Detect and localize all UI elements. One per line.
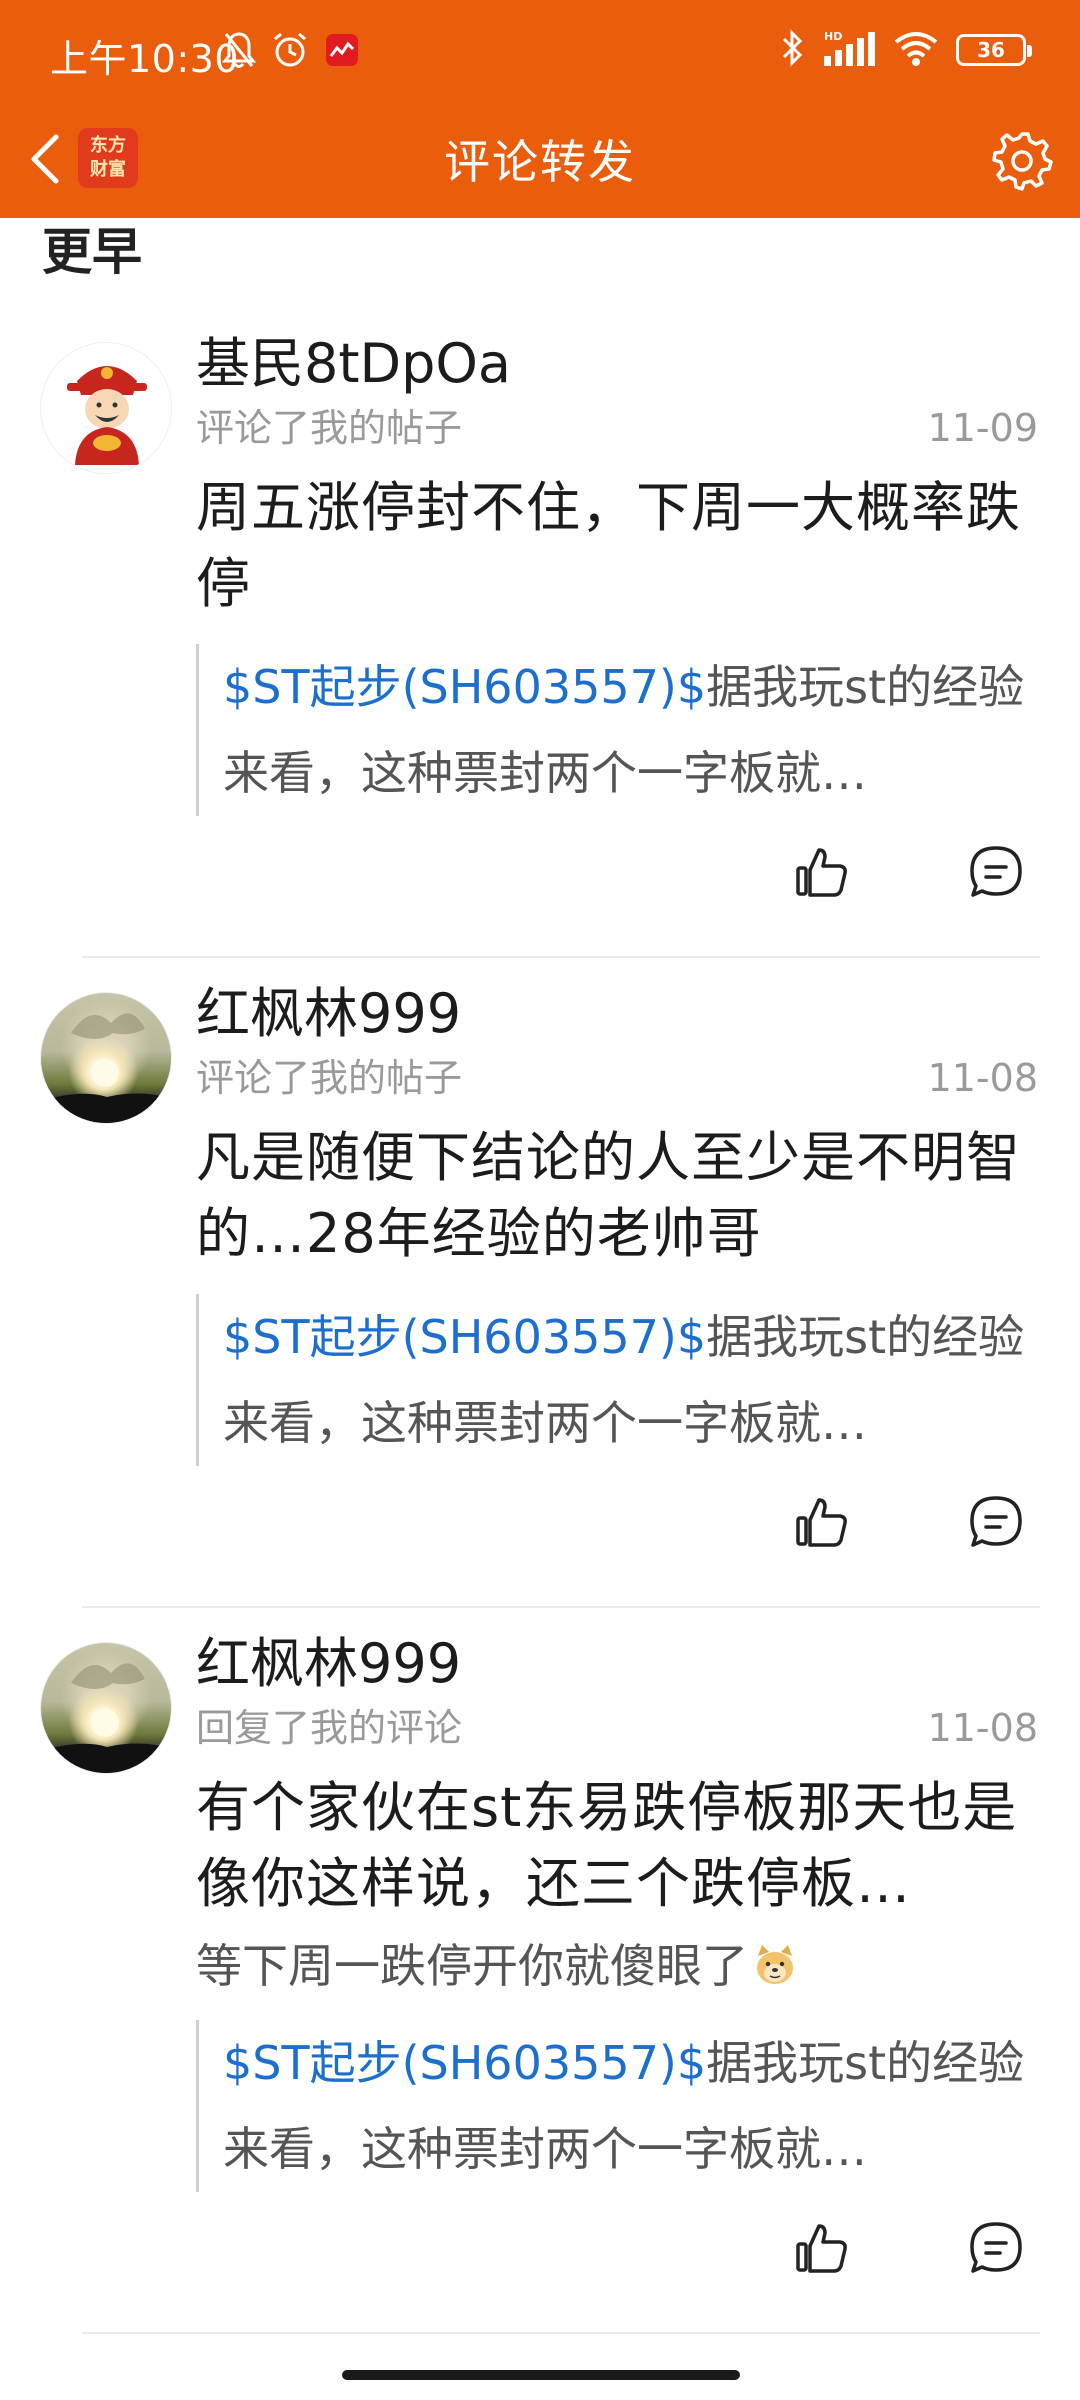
username[interactable]: 红枫林999 bbox=[196, 1628, 1038, 1700]
caishen-avatar-icon bbox=[41, 343, 171, 473]
signal-icon: HD bbox=[822, 28, 876, 72]
date-label: 11-08 bbox=[927, 1056, 1038, 1100]
wifi-icon bbox=[892, 28, 940, 72]
stock-link[interactable]: $ST起步(SH603557)$ bbox=[223, 660, 706, 714]
quoted-post[interactable]: $ST起步(SH603557)$据我玩st的经验来看，这种票封两个一字板就… bbox=[196, 644, 1038, 816]
thumbs-up-icon bbox=[796, 2224, 847, 2273]
app-notification-icon bbox=[324, 32, 360, 72]
status-bar: 上午10:30 HD 36 bbox=[0, 0, 1080, 100]
username[interactable]: 红枫林999 bbox=[196, 978, 1038, 1050]
reply-text-content: 等下周一跌停开你就傻眼了 bbox=[196, 1939, 748, 1993]
action-label: 评论了我的帖子 bbox=[196, 1056, 463, 1100]
feed-item-body: 红枫林999 回复了我的评论 11-08 有个家伙在st东易跌停板那天也是像你这… bbox=[196, 1628, 1038, 2332]
comment-bubble-icon bbox=[970, 2222, 1022, 2273]
avatar[interactable] bbox=[40, 342, 172, 474]
sunset-tree-avatar-icon bbox=[41, 1013, 171, 1123]
username[interactable]: 基民8tDpOa bbox=[196, 328, 1038, 400]
comment-text[interactable]: 周五涨停封不住，下周一大概率跌停 bbox=[196, 470, 1038, 622]
feed-item-body: 基民8tDpOa 评论了我的帖子 11-09 周五涨停封不住，下周一大概率跌停 … bbox=[196, 328, 1038, 956]
status-left-icons bbox=[221, 30, 360, 74]
home-indicator[interactable] bbox=[342, 2370, 740, 2380]
feed-item[interactable]: 基民8tDpOa 评论了我的帖子 11-09 周五涨停封不住，下周一大概率跌停 … bbox=[0, 328, 1080, 958]
action-label: 评论了我的帖子 bbox=[196, 406, 463, 450]
divider bbox=[82, 2332, 1040, 2334]
divider bbox=[82, 1606, 1040, 1608]
action-row bbox=[196, 1466, 1038, 1606]
status-time: 上午10:30 bbox=[50, 37, 240, 81]
meta-row: 评论了我的帖子 11-09 bbox=[196, 400, 1038, 456]
comment-bubble-icon bbox=[970, 846, 1022, 897]
alarm-clock-icon bbox=[270, 30, 310, 74]
action-row bbox=[196, 816, 1038, 956]
date-label: 11-09 bbox=[927, 406, 1038, 450]
top-bar: 上午10:30 HD 36 东方 财富 评论转发 bbox=[0, 0, 1080, 218]
battery-level: 36 bbox=[977, 38, 1005, 62]
like-button[interactable] bbox=[792, 2218, 852, 2278]
feed-item[interactable]: 红枫林999 评论了我的帖子 11-08 凡是随便下结论的人至少是不明智的…28… bbox=[0, 978, 1080, 1608]
thumbs-up-icon bbox=[796, 848, 847, 897]
reply-button[interactable] bbox=[966, 2218, 1026, 2278]
reply-button[interactable] bbox=[966, 842, 1026, 902]
comment-bubble-icon bbox=[970, 1496, 1022, 1547]
avatar[interactable] bbox=[40, 992, 172, 1124]
like-button[interactable] bbox=[792, 1492, 852, 1552]
stock-link[interactable]: $ST起步(SH603557)$ bbox=[223, 2036, 706, 2090]
section-heading: 更早 bbox=[42, 223, 142, 281]
meta-row: 回复了我的评论 11-08 bbox=[196, 1700, 1038, 1756]
comment-text[interactable]: 凡是随便下结论的人至少是不明智的…28年经验的老帅哥 bbox=[196, 1120, 1038, 1272]
quoted-post[interactable]: $ST起步(SH603557)$据我玩st的经验来看，这种票封两个一字板就… bbox=[196, 1294, 1038, 1466]
sunset-tree-avatar-icon bbox=[41, 1663, 171, 1773]
page-title: 评论转发 bbox=[444, 135, 636, 189]
date-label: 11-08 bbox=[927, 1706, 1038, 1750]
quoted-post[interactable]: $ST起步(SH603557)$据我玩st的经验来看，这种票封两个一字板就… bbox=[196, 2020, 1038, 2192]
action-label: 回复了我的评论 bbox=[196, 1706, 463, 1750]
action-row bbox=[196, 2192, 1038, 2332]
title-bar: 东方 财富 评论转发 bbox=[0, 100, 1080, 218]
settings-button[interactable] bbox=[988, 126, 1056, 194]
stock-link[interactable]: $ST起步(SH603557)$ bbox=[223, 1310, 706, 1364]
svg-text:HD: HD bbox=[824, 30, 842, 43]
mute-bell-icon bbox=[221, 30, 257, 74]
reply-text: 等下周一跌停开你就傻眼了 bbox=[196, 1934, 1038, 1998]
feed-item-body: 红枫林999 评论了我的帖子 11-08 凡是随便下结论的人至少是不明智的…28… bbox=[196, 978, 1038, 1606]
meta-row: 评论了我的帖子 11-08 bbox=[196, 1050, 1038, 1106]
bluetooth-icon bbox=[780, 28, 806, 72]
comment-text[interactable]: 有个家伙在st东易跌停板那天也是像你这样说，还三个跌停板… bbox=[196, 1770, 1038, 1922]
thumbs-up-icon bbox=[796, 1498, 847, 1547]
avatar[interactable] bbox=[40, 1642, 172, 1774]
gear-icon bbox=[992, 132, 1053, 191]
reply-button[interactable] bbox=[966, 1492, 1026, 1552]
feed-item[interactable]: 红枫林999 回复了我的评论 11-08 有个家伙在st东易跌停板那天也是像你这… bbox=[0, 1628, 1080, 2334]
notification-feed: 基民8tDpOa 评论了我的帖子 11-09 周五涨停封不住，下周一大概率跌停 … bbox=[0, 318, 1080, 2334]
status-right-icons: HD 36 bbox=[780, 28, 1032, 72]
like-button[interactable] bbox=[792, 842, 852, 902]
battery-icon: 36 bbox=[956, 34, 1032, 66]
divider bbox=[82, 956, 1040, 958]
doge-emoji-icon bbox=[752, 1940, 798, 1986]
